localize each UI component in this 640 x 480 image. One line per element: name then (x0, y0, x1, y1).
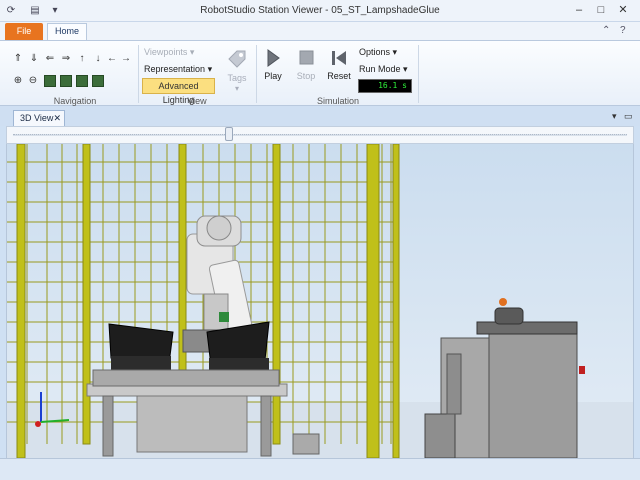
simulation-time-display: 16.1 s (358, 79, 412, 93)
tab-3d-view[interactable]: 3D View ✕ (13, 110, 65, 126)
tab-3d-view-label: 3D View (20, 113, 54, 123)
document-tab-bar: 3D View ✕ ▾ ▭ (0, 106, 640, 126)
view-all-icon[interactable] (44, 75, 56, 87)
chevron-down-icon: ▾ (189, 47, 195, 57)
simulation-timeline[interactable] (6, 126, 634, 144)
navigation-group-label: Navigation (53, 96, 97, 106)
3d-viewport[interactable] (6, 144, 634, 458)
simulation-group-label: Simulation (316, 96, 360, 106)
zoom-in-icon[interactable]: ⊕ (12, 75, 24, 87)
tab-file[interactable]: File (5, 23, 43, 40)
tab-list-dropdown-icon[interactable]: ▾ (612, 111, 617, 122)
pan-left-icon[interactable]: ⇑ (12, 53, 24, 65)
help-icon[interactable]: ? (620, 25, 626, 36)
ribbon-collapse-icon[interactable]: ⌃ (602, 25, 610, 36)
chevron-down-icon: ▾ (207, 64, 213, 74)
reset-label: Reset (327, 71, 351, 81)
options-dropdown[interactable]: Options ▾ (359, 47, 397, 58)
play-icon (267, 49, 280, 67)
chevron-down-icon: ▾ (234, 84, 239, 93)
advanced-lighting-button[interactable]: Advanced Lighting (142, 78, 215, 105)
reset-icon (332, 51, 346, 65)
arrow-down-icon[interactable]: ↓ (92, 53, 104, 65)
viewpoints-label: Viewpoints (144, 47, 188, 57)
restore-view-icon[interactable]: ▭ (624, 111, 633, 122)
stop-button[interactable]: Stop (294, 49, 318, 81)
representation-label: Representation (144, 64, 206, 74)
arrow-up-icon[interactable]: ↑ (76, 53, 88, 65)
ribbon-separator (418, 45, 419, 103)
stop-icon (299, 50, 314, 65)
controller-cabinet (424, 298, 585, 458)
stop-label: Stop (296, 71, 316, 81)
view-group-label: View (187, 96, 207, 106)
tags-button[interactable]: Tags ▾ (222, 47, 252, 93)
ribbon-separator (256, 45, 257, 103)
timeline-track (13, 134, 627, 136)
view-center-icon[interactable] (60, 75, 72, 87)
chevron-down-icon: ▾ (403, 64, 408, 74)
ribbon-separator (138, 45, 139, 103)
tag-icon (228, 50, 246, 68)
arrow-left-icon[interactable]: ← (106, 53, 118, 65)
rotate-left-icon[interactable]: ⇐ (44, 53, 56, 65)
maximize-icon[interactable]: □ (590, 2, 612, 18)
status-bar (0, 458, 640, 480)
window-title: RobotStudio Station Viewer - 05_ST_Lamps… (200, 5, 440, 16)
rotate-right-icon[interactable]: ⇒ (60, 53, 72, 65)
ribbon: ⇑ ⇓ ⇐ ⇒ ↑ ↓ ← → ⊕ ⊖ Navigation Viewpoint… (0, 40, 640, 106)
play-label: Play (264, 71, 282, 81)
ribbon-tab-row: File Home ⌃ ? (0, 22, 640, 40)
run-mode-label: Run Mode (359, 64, 401, 74)
tags-label: Tags (227, 73, 247, 83)
tab-home[interactable]: Home (47, 23, 87, 40)
view-home-icon[interactable] (76, 75, 88, 87)
arrow-right-icon[interactable]: → (120, 53, 132, 65)
timeline-slider-thumb[interactable] (225, 127, 234, 141)
chevron-down-icon: ▾ (392, 47, 398, 57)
close-tab-icon[interactable]: ✕ (53, 111, 61, 125)
run-mode-dropdown[interactable]: Run Mode ▾ (359, 64, 408, 75)
close-icon[interactable]: ✕ (612, 2, 634, 18)
representation-dropdown[interactable]: Representation ▾ (144, 64, 212, 75)
3d-scene (7, 144, 633, 458)
title-bar: ⟳ ▤ ▾ RobotStudio Station Viewer - 05_ST… (0, 0, 640, 22)
view-perspective-icon[interactable] (92, 75, 104, 87)
zoom-out-icon[interactable]: ⊖ (27, 75, 39, 87)
reset-button[interactable]: Reset (326, 49, 352, 81)
options-label: Options (359, 47, 391, 57)
minimize-icon[interactable]: – (568, 2, 590, 18)
pan-down-icon[interactable]: ⇓ (28, 53, 40, 65)
viewpoints-dropdown[interactable]: Viewpoints ▾ (144, 47, 194, 58)
play-button[interactable]: Play (262, 49, 284, 81)
